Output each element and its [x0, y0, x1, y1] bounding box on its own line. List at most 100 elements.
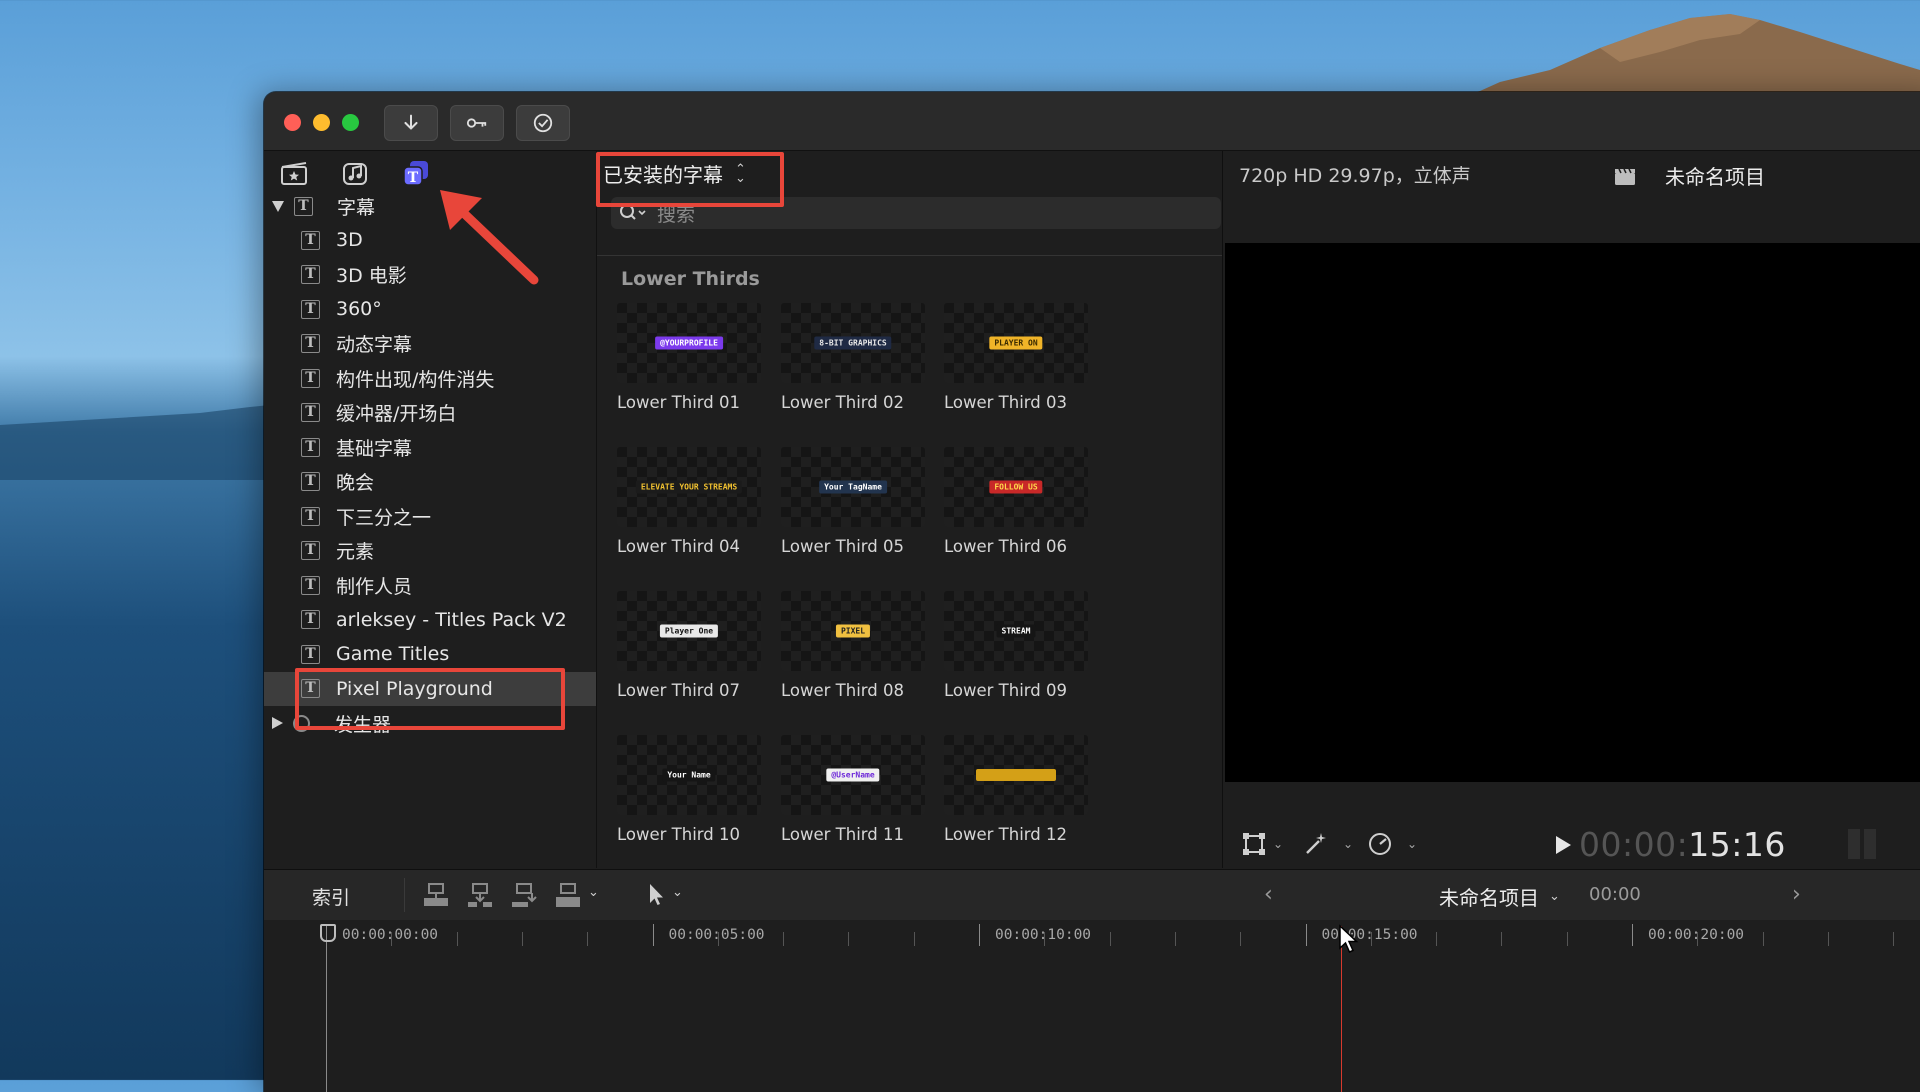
clip-name: Lower Third 12	[944, 825, 1068, 844]
title-clip[interactable]: PIXEL Lower Third 08	[781, 591, 931, 700]
tree-item[interactable]: T 构件出现/构件消失	[264, 361, 596, 395]
ruler-tick	[1827, 932, 1829, 946]
ruler-tick	[1109, 932, 1111, 946]
clip-name: Lower Third 06	[944, 537, 1068, 556]
play-icon[interactable]	[1556, 836, 1571, 854]
titles-generators-icon: T	[403, 161, 428, 186]
checkmark-circle-icon	[533, 113, 553, 133]
tab-media-browser[interactable]	[278, 157, 310, 189]
timeline-duration: 00:00	[1589, 884, 1641, 905]
ruler-label: 00:00:20:00	[1648, 927, 1745, 943]
ruler-label: 00:00:10:00	[995, 927, 1092, 943]
title-clip[interactable]: Your TagName Lower Third 05	[781, 447, 931, 556]
title-clip[interactable]: PLAYER ON Lower Third 03	[944, 303, 1094, 412]
timeline-back-button[interactable]: ‹	[1264, 882, 1273, 907]
tool-select-menu[interactable]: ⌄	[642, 881, 686, 909]
title-icon: T	[301, 644, 320, 664]
insert-clip-button[interactable]	[466, 881, 494, 909]
zoom-button[interactable]	[342, 114, 359, 131]
title-clip[interactable]: Lower Third 12	[944, 735, 1094, 844]
timeline-ruler[interactable]: 00:00:00:00 00:00:05:00 00:00:10:00 00:00:1…	[264, 920, 1920, 954]
chevron-down-icon: ⌄	[588, 885, 599, 900]
tab-photos-music[interactable]	[339, 157, 371, 189]
clip-thumbnail: STREAM	[944, 591, 1088, 671]
insert-icon	[468, 883, 492, 907]
timeline-forward-button[interactable]: ›	[1792, 882, 1801, 907]
close-button[interactable]	[284, 114, 301, 131]
audio-meter-right	[1864, 829, 1876, 859]
ruler-major-tick	[979, 924, 980, 946]
selection-highlight-box	[295, 668, 565, 730]
tree-item[interactable]: T 基础字幕	[264, 430, 596, 464]
tree-label: 字幕	[337, 196, 376, 219]
background-tasks-button[interactable]	[516, 105, 570, 141]
thumbnail-graphic: 8-BIT GRAPHICS	[814, 336, 892, 350]
tree-item[interactable]: T 制作人员	[264, 568, 596, 602]
clip-name: Lower Third 07	[617, 681, 741, 700]
tree-item[interactable]: T Game Titles	[264, 637, 596, 671]
ruler-tick	[1240, 932, 1242, 946]
tree-item[interactable]: T 元素	[264, 534, 596, 568]
clip-name: Lower Third 09	[944, 681, 1068, 700]
desktop-mountain	[1460, 14, 1920, 100]
title-icon: T	[301, 610, 320, 629]
clip-thumbnail: Your Name	[617, 735, 761, 815]
title-clip[interactable]: Your Name Lower Third 10	[617, 735, 767, 844]
title-clip[interactable]: ELEVATE YOUR STREAMS Lower Third 04	[617, 447, 767, 556]
tree-item[interactable]: Tarleksey - Titles Pack V2	[264, 603, 596, 637]
timecode-live: 15:16	[1688, 825, 1786, 864]
viewer-project-name: 未命名项目	[1665, 165, 1765, 189]
timeline-area[interactable]	[264, 954, 1920, 1092]
tab-titles-generators[interactable]: T	[400, 157, 432, 189]
timeline-project-menu[interactable]: 未命名项目 ⌄	[1439, 882, 1560, 911]
overwrite-clip-button[interactable]: ⌄	[554, 881, 602, 909]
minimize-button[interactable]	[313, 114, 330, 131]
section-header: Lower Thirds	[621, 268, 760, 290]
title-icon: T	[301, 437, 320, 457]
tree-item-label: 元素	[336, 541, 375, 563]
transform-menu[interactable]: ⌄	[1241, 831, 1283, 857]
disclosure-triangle-icon[interactable]	[272, 200, 284, 212]
annotation-arrow-icon	[440, 190, 539, 285]
clip-thumbnail	[944, 735, 1088, 815]
keywords-button[interactable]	[450, 105, 504, 141]
viewer-canvas[interactable]	[1225, 243, 1920, 782]
ruler-major-tick	[652, 924, 654, 946]
disclosure-triangle-icon[interactable]	[272, 717, 283, 729]
title-clip[interactable]: Player One Lower Third 07	[617, 591, 767, 700]
title-icon: T	[294, 196, 313, 216]
title-clip[interactable]: FOLLOW US Lower Third 06	[944, 447, 1094, 556]
tree-item[interactable]: T 下三分之一	[264, 499, 596, 533]
index-button[interactable]: 索引	[312, 883, 350, 910]
arrow-down-icon	[404, 114, 418, 130]
tree-item[interactable]: T 动态字幕	[264, 327, 596, 361]
tree-item[interactable]: T 晚会	[264, 465, 596, 499]
title-clip[interactable]: 8-BIT GRAPHICS Lower Third 02	[781, 303, 931, 412]
ruler-tick	[848, 932, 850, 946]
clip-name: Lower Third 01	[617, 393, 741, 412]
clip-name: Lower Third 04	[617, 537, 741, 556]
magic-wand-icon	[1306, 833, 1326, 854]
tree-item-label: 3D	[336, 229, 363, 251]
title-clip[interactable]: STREAM Lower Third 09	[944, 591, 1094, 700]
import-button[interactable]	[384, 105, 438, 141]
music-sound-icon	[343, 163, 367, 185]
tree-item-label: 晚会	[336, 472, 375, 494]
title-icon: T	[301, 575, 320, 595]
retime-menu[interactable]: ⌄	[1367, 831, 1417, 857]
title-clip[interactable]: @YOURPROFILE Lower Third 01	[617, 303, 767, 412]
thumbnail-graphic: FOLLOW US	[989, 480, 1043, 494]
enhance-menu[interactable]: ⌄	[1303, 831, 1353, 857]
overwrite-icon	[556, 883, 580, 907]
chevron-down-icon: ⌄	[1273, 837, 1284, 851]
start-marker	[320, 924, 336, 942]
connect-clip-button[interactable]	[422, 881, 450, 909]
key-icon	[466, 118, 487, 128]
title-icon: T	[301, 472, 320, 491]
ruler-label: 00:00:15:00	[1321, 927, 1418, 943]
thumbnail-graphic: Player One	[659, 624, 719, 638]
ruler-tick	[587, 932, 589, 946]
append-clip-button[interactable]	[510, 881, 538, 909]
tree-item[interactable]: T 缓冲器/开场白	[264, 396, 596, 430]
title-clip[interactable]: @UserName Lower Third 11	[781, 735, 931, 844]
